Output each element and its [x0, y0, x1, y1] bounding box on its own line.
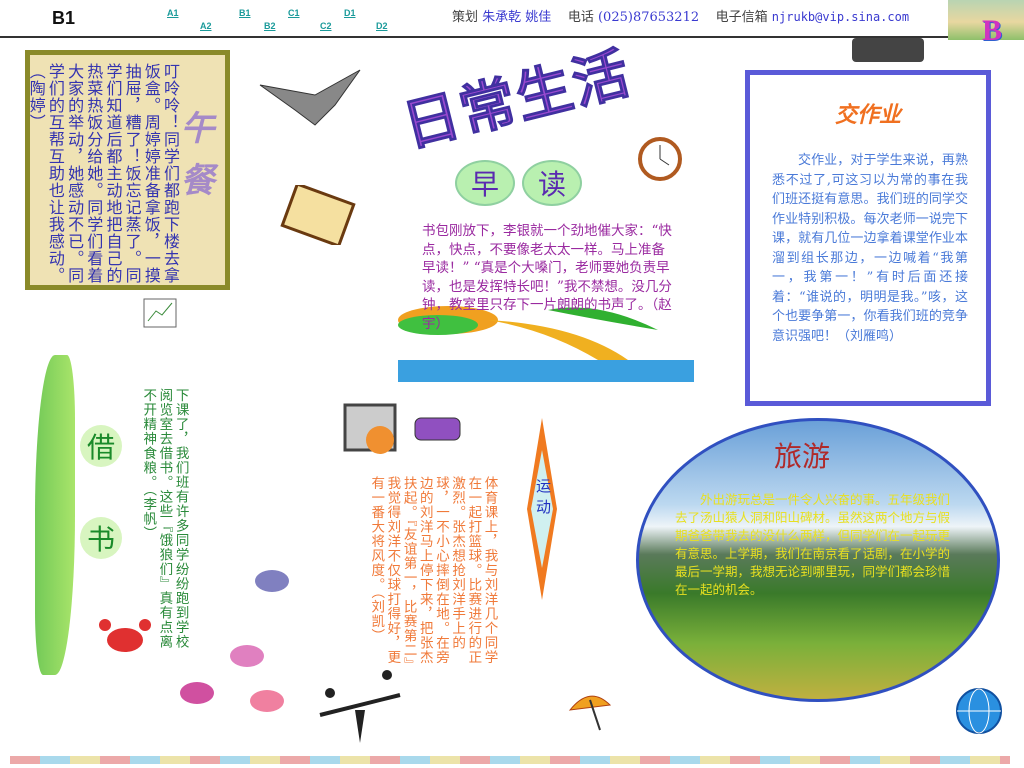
- nav-link-a2[interactable]: A2: [200, 21, 212, 31]
- phone: (025)87653212: [597, 10, 700, 25]
- borrow-text: 下课了，我们班有许多同学纷纷跑到学校阅览室去借书。这些『饿狼们』真有点离不开精神…: [140, 388, 189, 649]
- travel-article: 旅游 外出游玩总是一件令人兴奋的事。五年级我们去了汤山猿人洞和阳山碑材。虽然这两…: [636, 418, 1000, 702]
- crab-icon: [99, 619, 151, 652]
- borrow-title-char: 书: [80, 517, 122, 559]
- email-label: 电子信箱: [715, 10, 768, 25]
- globe-icon: [956, 688, 1002, 734]
- lunch-text: 叮呤呤！同学们都跑下楼去拿饭盒。周婷婷准备拿饭，一摸抽屉，糟了！饭忘记蒸了。同学…: [26, 63, 180, 284]
- credits: 策划 朱承乾 姚佳 电话 (025)87653212 电子信箱 njrukb@v…: [452, 6, 909, 25]
- fish-icon: [255, 570, 289, 592]
- pocket-watch-icon: [638, 137, 682, 181]
- bird-icon: [259, 69, 361, 126]
- umbrella-icon: [568, 695, 612, 731]
- clip-icon: [852, 38, 924, 62]
- nav-link-c1[interactable]: C1: [288, 8, 300, 18]
- fish-icon: [250, 690, 284, 712]
- borrow-title-char: 借: [80, 425, 122, 467]
- homework-text: 交作业，对于学生来说，再熟悉不过了,可这习以为常的事在我们班还挺有意思。我们班的…: [772, 153, 968, 344]
- planner-label: 策划: [452, 10, 479, 25]
- planners: 朱承乾 姚佳: [482, 10, 552, 25]
- reading-text: 书包刚放下，李银就一个劲地催大家：“快点，快点，不要像老太太一样。马上准备早读！…: [422, 223, 672, 332]
- sports-title: 运动: [534, 478, 552, 520]
- chart-board-icon: [143, 298, 177, 328]
- computer-kid-icon: [343, 403, 461, 454]
- nav-link-a1[interactable]: A1: [167, 8, 179, 18]
- seesaw-icon: [319, 670, 401, 743]
- book-icon: [280, 185, 356, 245]
- fish-icon: [180, 682, 214, 704]
- bottom-decoration: [10, 756, 1010, 764]
- homework-article: 交作业 交作业，对于学生来说，再熟悉不过了,可这习以为常的事在我们班还挺有意思。…: [745, 70, 991, 406]
- seaweed-image: [35, 355, 75, 675]
- fish-icon: [230, 645, 264, 667]
- nav-link-b2[interactable]: B2: [264, 21, 276, 31]
- nav-link-c2[interactable]: C2: [320, 21, 332, 31]
- nav-link-d1[interactable]: D1: [344, 8, 356, 18]
- page-title: 日常生活: [396, 40, 638, 160]
- lunch-title: 午餐: [174, 110, 214, 214]
- travel-title: 旅游: [774, 440, 831, 473]
- sports-text: 体育课上，我与刘洋几个同学在一起打篮球。比赛进行的正激烈。张杰想抢刘洋手上的球，…: [368, 476, 498, 666]
- lunch-article: 叮呤呤！同学们都跑下楼去拿饭盒。周婷婷准备拿饭，一摸抽屉，糟了！饭忘记蒸了。同学…: [25, 50, 230, 290]
- nav-link-d2[interactable]: D2: [376, 21, 388, 31]
- email[interactable]: njrukb@vip.sina.com: [772, 10, 909, 24]
- corner-letter: B: [982, 14, 1003, 47]
- homework-title: 交作业: [834, 103, 901, 128]
- reading-title-char: 读: [522, 160, 582, 206]
- travel-text: 外出游玩总是一件令人兴奋的事。五年级我们去了汤山猿人洞和阳山碑材。虽然这两个地方…: [675, 492, 951, 597]
- phone-label: 电话: [567, 10, 594, 25]
- nav-link-b1[interactable]: B1: [239, 8, 251, 18]
- reading-title-char: 早: [455, 160, 515, 206]
- page-label: B1: [52, 8, 76, 28]
